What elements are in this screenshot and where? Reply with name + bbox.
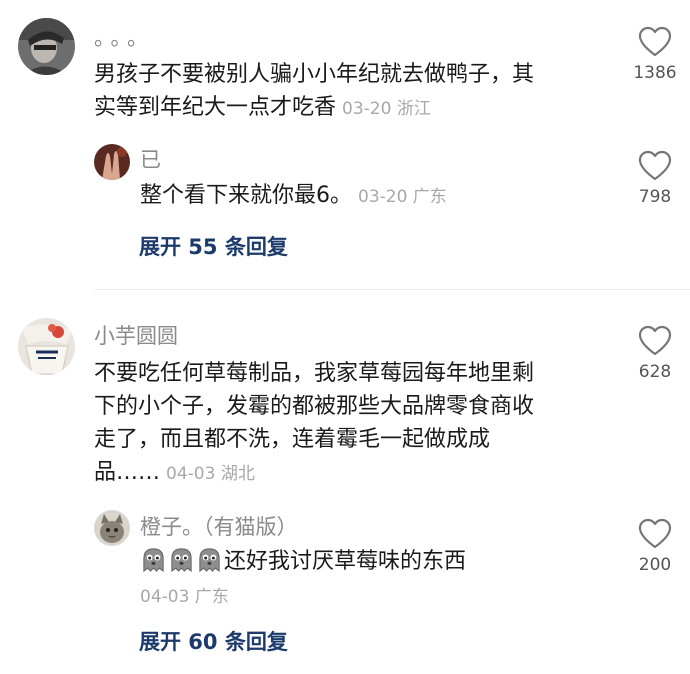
- comment-text-line: 男孩子不要被别人骗小小年纪就去做鸭子，其: [94, 62, 535, 87]
- like-button[interactable]: 1386: [625, 26, 685, 83]
- ghost-emoji: [171, 548, 192, 573]
- comment-text: 男孩子不要被别人骗小小年纪就去做鸭子，其 实等到年纪大一点才吃香 03-20 浙江: [94, 58, 614, 126]
- reply-meta: 04-03 广东: [140, 587, 229, 607]
- comment-username[interactable]: 小芋圆圆: [94, 320, 178, 350]
- comment-text-line: 不要吃任何草莓制品，我家草莓园每年地里剩: [94, 361, 535, 386]
- like-button[interactable]: 200: [625, 518, 685, 575]
- reply-username[interactable]: 橙子。（有猫版）: [140, 511, 298, 541]
- ghost-emoji: [199, 548, 220, 573]
- comment-username[interactable]: 。。。: [94, 22, 154, 52]
- avatar[interactable]: [18, 318, 75, 375]
- reply-text: 还好我讨厌草莓味的东西: [140, 545, 466, 578]
- reply-meta: 03-20 广东: [358, 187, 447, 207]
- like-count: 1386: [633, 63, 677, 83]
- comment-meta: 03-20 浙江: [342, 99, 431, 119]
- reply-text-content: 还好我讨厌草莓味的东西: [224, 549, 467, 574]
- heart-outline-icon: [638, 150, 672, 181]
- like-count: 628: [638, 362, 672, 382]
- avatar[interactable]: [18, 18, 75, 75]
- comment-text-line: 品……: [94, 460, 161, 485]
- heart-outline-icon: [638, 325, 672, 356]
- like-count: 200: [638, 555, 672, 575]
- heart-outline-icon: [638, 518, 672, 549]
- comment-meta: 04-03 湖北: [166, 464, 255, 484]
- reply-avatar[interactable]: [94, 510, 130, 546]
- comment-text-line: 实等到年纪大一点才吃香: [94, 95, 337, 120]
- divider: [95, 289, 690, 290]
- heart-outline-icon: [638, 26, 672, 57]
- expand-replies-link[interactable]: 展开 55 条回复: [139, 231, 288, 261]
- like-button[interactable]: 798: [625, 150, 685, 207]
- like-button[interactable]: 628: [625, 325, 685, 382]
- expand-replies-link[interactable]: 展开 60 条回复: [139, 626, 288, 656]
- comment-text-line: 走了，而且都不洗，连着霉毛一起做成成: [94, 427, 491, 452]
- reply-text-content: 整个看下来就你最6。: [140, 183, 352, 208]
- comment-text: 不要吃任何草莓制品，我家草莓园每年地里剩 下的小个子，发霉的都被那些大品牌零食商…: [94, 357, 614, 491]
- reply-avatar[interactable]: [94, 144, 130, 180]
- like-count: 798: [638, 187, 672, 207]
- comment-text-line: 下的小个子，发霉的都被那些大品牌零食商收: [94, 394, 535, 419]
- emoji-row: [140, 548, 224, 574]
- reply-text: 整个看下来就你最6。 03-20 广东: [140, 179, 447, 214]
- reply-username[interactable]: 已: [140, 144, 161, 174]
- ghost-emoji: [143, 548, 164, 573]
